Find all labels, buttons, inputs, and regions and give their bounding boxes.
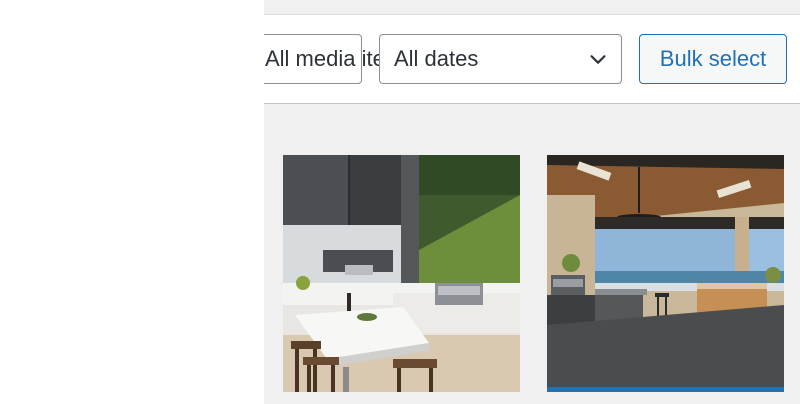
chevron-down-icon	[590, 55, 606, 64]
bulk-select-button[interactable]: Bulk select	[639, 34, 787, 84]
media-library: All media items All dates Bulk select	[264, 0, 800, 404]
date-filter-value: All dates	[394, 46, 479, 71]
top-strip	[264, 0, 800, 15]
media-toolbar: All media items All dates Bulk select	[264, 15, 800, 104]
outdoor-kitchen-image	[283, 155, 520, 392]
covered-outdoor-kitchen-image	[547, 155, 784, 392]
media-type-filter[interactable]: All media items	[264, 34, 414, 84]
left-panel	[0, 0, 264, 404]
date-filter[interactable]: All dates	[379, 34, 622, 84]
media-item-thumbnail[interactable]	[547, 155, 784, 392]
bulk-select-label: Bulk select	[659, 46, 767, 71]
media-item-thumbnail[interactable]	[283, 155, 520, 392]
